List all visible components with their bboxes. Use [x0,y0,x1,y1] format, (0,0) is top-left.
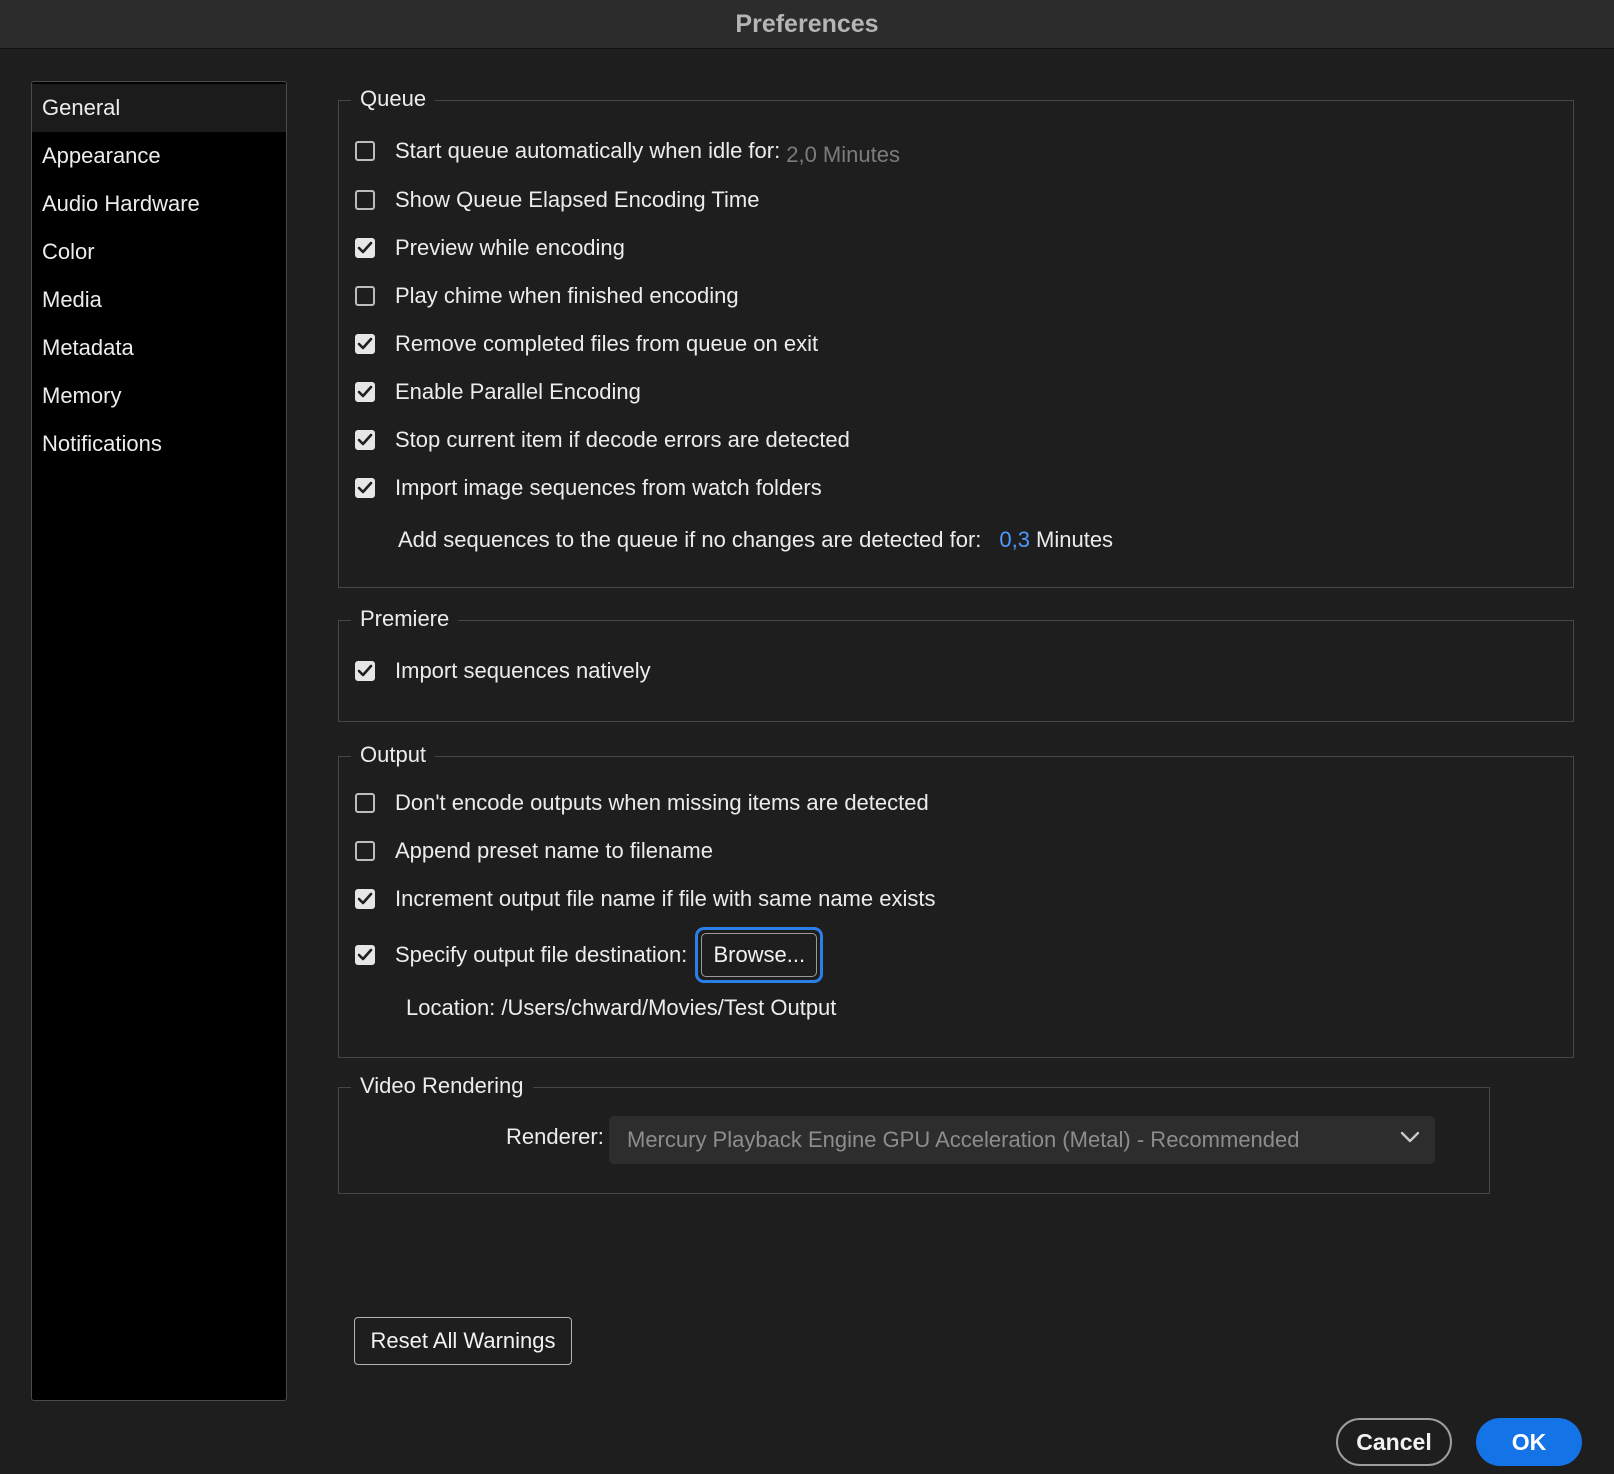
sidebar-item-memory[interactable]: Memory [32,372,286,420]
dont-encode-row: Don't encode outputs when missing items … [355,787,929,819]
parallel-row: Enable Parallel Encoding [355,376,641,408]
renderer-label: Renderer: [506,1124,604,1149]
sidebar-item-color[interactable]: Color [32,228,286,276]
title-bar[interactable]: Preferences [0,0,1614,49]
output-group: Output Don't encode outputs when missing… [338,739,1574,1058]
start-queue-row: Start queue automatically when idle for:… [355,135,900,167]
checkmark-icon [357,337,373,350]
sidebar-item-appearance[interactable]: Appearance [32,132,286,180]
cancel-button[interactable]: Cancel [1336,1418,1452,1466]
import-native-checkbox[interactable] [355,661,375,681]
idle-time-value: 2,0 Minutes [786,142,900,167]
chime-row: Play chime when finished encoding [355,280,739,312]
specify-destination-checkbox[interactable] [355,945,375,965]
import-native-label: Import sequences natively [395,658,651,683]
checkmark-icon [357,892,373,905]
stop-on-error-checkbox[interactable] [355,430,375,450]
video-rendering-group: Video Rendering Renderer: Mercury Playba… [338,1070,1490,1194]
start-queue-label: Start queue automatically when idle for: [395,138,781,163]
remove-completed-label: Remove completed files from queue on exi… [395,331,819,356]
checkmark-icon [357,433,373,446]
append-preset-checkbox[interactable] [355,841,375,861]
import-sequences-checkbox[interactable] [355,478,375,498]
browse-focus-ring: Browse... [695,927,824,983]
add-sequences-unit: Minutes [1036,527,1114,552]
premiere-group: Premiere Import sequences natively [338,603,1574,722]
import-sequences-label: Import image sequences from watch folder… [395,475,822,500]
import-sequences-row: Import image sequences from watch folder… [355,472,822,504]
preferences-sidebar: General Appearance Audio Hardware Color … [31,81,287,1401]
queue-group-title: Queue [351,83,436,115]
renderer-value: Mercury Playback Engine GPU Acceleration… [627,1127,1300,1152]
location-text: Location: /Users/chward/Movies/Test Outp… [406,995,837,1020]
chime-label: Play chime when finished encoding [395,283,739,308]
increment-label: Increment output file name if file with … [395,886,936,911]
checkmark-icon [357,241,373,254]
sidebar-item-media[interactable]: Media [32,276,286,324]
reset-warnings-button[interactable]: Reset All Warnings [354,1317,572,1365]
import-native-row: Import sequences natively [355,655,651,687]
dont-encode-label: Don't encode outputs when missing items … [395,790,929,815]
checkmark-icon [357,664,373,677]
add-sequences-value[interactable]: 0,3 [999,527,1030,553]
sidebar-item-audio-hardware[interactable]: Audio Hardware [32,180,286,228]
video-rendering-group-title: Video Rendering [351,1070,533,1102]
parallel-checkbox[interactable] [355,382,375,402]
increment-checkbox[interactable] [355,889,375,909]
premiere-group-title: Premiere [351,603,459,635]
checkmark-icon [357,481,373,494]
show-elapsed-label: Show Queue Elapsed Encoding Time [395,187,760,212]
chime-checkbox[interactable] [355,286,375,306]
increment-row: Increment output file name if file with … [355,883,935,915]
chevron-down-icon [1400,1131,1420,1143]
append-preset-row: Append preset name to filename [355,835,713,867]
dont-encode-checkbox[interactable] [355,793,375,813]
remove-completed-checkbox[interactable] [355,334,375,354]
start-queue-checkbox[interactable] [355,141,375,161]
browse-button[interactable]: Browse... [701,933,818,977]
add-sequences-row: Add sequences to the queue if no changes… [398,524,1113,556]
parallel-label: Enable Parallel Encoding [395,379,641,404]
preferences-window: Preferences General Appearance Audio Har… [0,0,1614,1474]
output-group-title: Output [351,739,436,771]
checkmark-icon [357,948,373,961]
ok-button[interactable]: OK [1476,1418,1582,1466]
window-title: Preferences [735,9,879,38]
specify-destination-label: Specify output file destination: [395,942,688,967]
preview-checkbox[interactable] [355,238,375,258]
sidebar-item-general[interactable]: General [32,84,286,132]
renderer-dropdown[interactable]: Mercury Playback Engine GPU Acceleration… [609,1116,1435,1164]
stop-on-error-label: Stop current item if decode errors are d… [395,427,850,452]
preview-label: Preview while encoding [395,235,625,260]
append-preset-label: Append preset name to filename [395,838,713,863]
specify-destination-row: Specify output file destination: Browse.… [355,927,824,983]
preview-row: Preview while encoding [355,232,625,264]
remove-completed-row: Remove completed files from queue on exi… [355,328,818,360]
add-sequences-label: Add sequences to the queue if no changes… [398,527,982,552]
queue-group: Queue Start queue automatically when idl… [338,83,1574,588]
stop-on-error-row: Stop current item if decode errors are d… [355,424,850,456]
show-elapsed-checkbox[interactable] [355,190,375,210]
sidebar-item-metadata[interactable]: Metadata [32,324,286,372]
checkmark-icon [357,385,373,398]
show-elapsed-row: Show Queue Elapsed Encoding Time [355,184,759,216]
sidebar-item-notifications[interactable]: Notifications [32,420,286,468]
